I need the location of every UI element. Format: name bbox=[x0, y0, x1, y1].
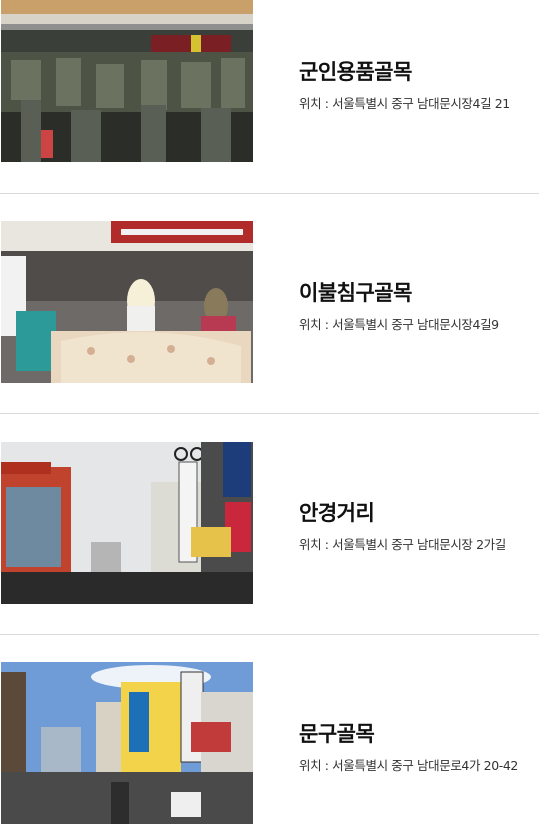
location-address: 서울특별시 중구 남대문시장4길9 bbox=[332, 317, 499, 332]
alley-location: 위치 : 서울특별시 중구 남대문시장 2가길 bbox=[299, 534, 506, 553]
location-label: 위치 : bbox=[299, 537, 329, 552]
divider bbox=[0, 634, 539, 635]
location-address: 서울특별시 중구 남대문시장 2가길 bbox=[332, 537, 506, 552]
location-address: 서울특별시 중구 남대문시장4길 21 bbox=[332, 96, 510, 111]
military-goods-photo[interactable] bbox=[1, 0, 253, 162]
alley-location: 위치 : 서울특별시 중구 남대문시장4길 21 bbox=[299, 93, 510, 112]
location-address: 서울특별시 중구 남대문로4가 20-42 bbox=[332, 758, 518, 773]
alley-location: 위치 : 서울특별시 중구 남대문시장4길9 bbox=[299, 314, 499, 333]
stationery-alley-photo[interactable] bbox=[1, 662, 253, 824]
alley-title[interactable]: 군인용품골목 bbox=[299, 56, 412, 86]
eyeglasses-street-photo[interactable] bbox=[1, 442, 253, 604]
alley-title[interactable]: 이불침구골목 bbox=[299, 277, 412, 307]
location-label: 위치 : bbox=[299, 758, 329, 773]
divider bbox=[0, 413, 539, 414]
divider bbox=[0, 193, 539, 194]
alley-title[interactable]: 문구골목 bbox=[299, 718, 375, 748]
alley-title[interactable]: 안경거리 bbox=[299, 497, 375, 527]
alley-location: 위치 : 서울특별시 중구 남대문로4가 20-42 bbox=[299, 755, 518, 774]
location-label: 위치 : bbox=[299, 96, 329, 111]
bedding-photo[interactable] bbox=[1, 221, 253, 383]
location-label: 위치 : bbox=[299, 317, 329, 332]
